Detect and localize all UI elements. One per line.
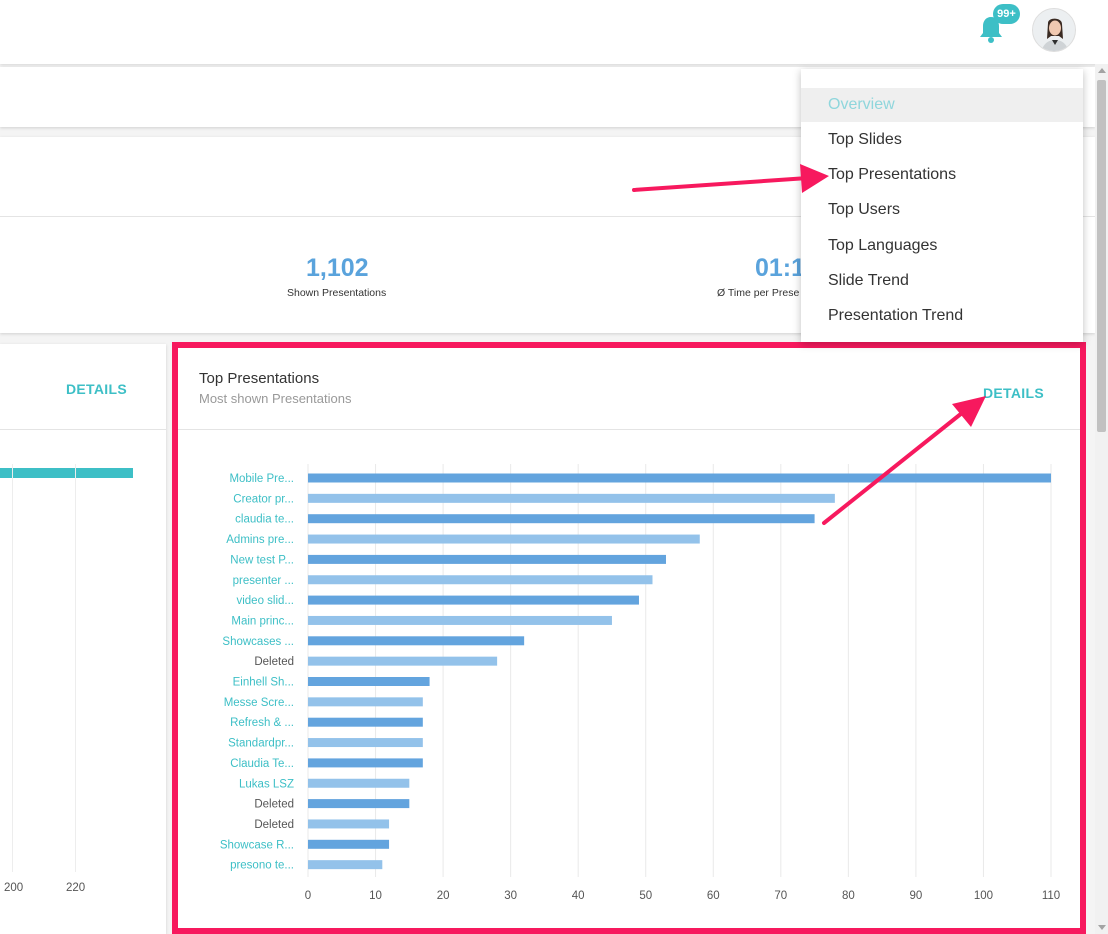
time-per-presentation-label: Ø Time per Prese xyxy=(717,287,800,299)
card-title: Top Presentations xyxy=(199,370,320,387)
scroll-down-icon[interactable] xyxy=(1098,925,1106,930)
x-tick-label: 90 xyxy=(910,890,923,902)
category-label[interactable]: presono te... xyxy=(230,860,294,872)
menu-item-slide-trend[interactable]: Slide Trend xyxy=(801,264,1083,298)
category-label[interactable]: Refresh & ... xyxy=(230,717,294,729)
x-tick-label: 30 xyxy=(504,890,517,902)
x-tick-label: 100 xyxy=(974,890,993,902)
shown-presentations-label: Shown Presentations xyxy=(287,287,387,299)
chart-bar[interactable] xyxy=(308,534,700,544)
category-label[interactable]: video slid... xyxy=(236,595,294,607)
category-label[interactable]: New test P... xyxy=(230,554,294,566)
category-label[interactable]: Lukas LSZ xyxy=(239,778,294,790)
category-label[interactable]: presenter ... xyxy=(233,575,294,587)
chart-bar[interactable] xyxy=(308,514,815,524)
category-label[interactable]: Standardpr... xyxy=(228,738,294,750)
x-tick-label: 70 xyxy=(774,890,787,902)
chart-bar[interactable] xyxy=(308,677,430,686)
menu-item-overview[interactable]: Overview xyxy=(801,88,1083,122)
x-tick-label: 110 xyxy=(1042,890,1060,902)
chart-bar[interactable] xyxy=(308,615,612,625)
left-details-link[interactable]: DETAILS xyxy=(66,381,127,397)
x-tick-label: 0 xyxy=(305,890,311,902)
chart-bar[interactable] xyxy=(308,697,423,707)
x-tick-label: 200 xyxy=(4,882,24,894)
notification-badge: 99+ xyxy=(993,4,1020,24)
menu-item-top-languages[interactable]: Top Languages xyxy=(801,229,1083,263)
chart-bar[interactable] xyxy=(308,656,498,666)
category-label[interactable]: Claudia Te... xyxy=(230,758,294,770)
x-tick-label: 50 xyxy=(639,890,652,902)
category-label[interactable]: claudia te... xyxy=(235,514,294,526)
chart-bar[interactable] xyxy=(308,554,666,564)
category-label[interactable]: Showcases ... xyxy=(222,636,294,648)
chart-bar[interactable] xyxy=(308,758,423,768)
scroll-up-icon[interactable] xyxy=(1098,68,1106,73)
category-label[interactable]: Mobile Pre... xyxy=(229,473,294,485)
category-label: Deleted xyxy=(254,656,294,668)
divider xyxy=(178,429,1080,430)
menu-item-top-presentations[interactable]: Top Presentations xyxy=(801,158,1083,192)
category-label[interactable]: Creator pr... xyxy=(233,493,294,505)
chart-bar[interactable] xyxy=(308,799,410,809)
chart-bar[interactable] xyxy=(308,819,390,829)
category-label[interactable]: Admins pre... xyxy=(226,534,294,546)
chart-bar[interactable] xyxy=(308,575,653,585)
chart-bar[interactable] xyxy=(308,778,410,788)
chart-bar xyxy=(0,468,133,478)
top-bar: 99+ xyxy=(0,0,1108,64)
shown-presentations-value: 1,102 xyxy=(306,254,369,282)
details-link[interactable]: DETAILS xyxy=(983,385,1044,401)
user-avatar-icon xyxy=(1033,9,1075,51)
top-presentations-chart: 0 10 20 30 40 50 60 70 80 90 100 110 Mobile Pre... Cr… xyxy=(220,464,1060,902)
section-dropdown-menu: Overview Top Slides Top Presentations To… xyxy=(801,69,1083,342)
category-label: Deleted xyxy=(254,819,294,831)
page-scrollbar[interactable] xyxy=(1095,64,1108,934)
gridline xyxy=(75,464,76,872)
x-tick-label: 60 xyxy=(707,890,720,902)
x-tick-label: 10 xyxy=(369,890,382,902)
chart-bar[interactable] xyxy=(308,636,525,646)
chart-bar[interactable] xyxy=(308,738,423,748)
category-label[interactable]: Messe Scre... xyxy=(224,697,294,709)
divider xyxy=(0,429,166,430)
left-chart-card: DETAILS 200 220 xyxy=(0,344,166,934)
x-tick-label: 80 xyxy=(842,890,855,902)
top-presentations-card: Top Presentations Most shown Presentatio… xyxy=(172,342,1086,934)
category-label: Deleted xyxy=(254,799,294,811)
menu-item-top-slides[interactable]: Top Slides xyxy=(801,123,1083,157)
chart-bar[interactable] xyxy=(308,860,383,870)
card-subtitle: Most shown Presentations xyxy=(199,391,352,406)
chart-bar[interactable] xyxy=(308,595,639,605)
x-tick-label: 20 xyxy=(437,890,450,902)
category-label[interactable]: Einhell Sh... xyxy=(233,677,294,689)
scroll-thumb[interactable] xyxy=(1097,80,1106,432)
chart-bar[interactable] xyxy=(308,839,390,849)
menu-item-presentation-trend[interactable]: Presentation Trend xyxy=(801,299,1083,333)
chart-bar[interactable] xyxy=(308,473,1051,483)
menu-item-top-users[interactable]: Top Users xyxy=(801,193,1083,227)
gridline xyxy=(12,464,13,872)
avatar[interactable] xyxy=(1032,8,1076,52)
category-label[interactable]: Main princ... xyxy=(231,615,294,627)
x-tick-label: 40 xyxy=(572,890,585,902)
chart-bar[interactable] xyxy=(308,717,423,727)
chart-bar[interactable] xyxy=(308,493,835,503)
time-per-presentation-value: 01:1 xyxy=(755,254,806,282)
x-tick-label: 220 xyxy=(66,882,86,894)
category-label[interactable]: Showcase R... xyxy=(220,839,294,851)
